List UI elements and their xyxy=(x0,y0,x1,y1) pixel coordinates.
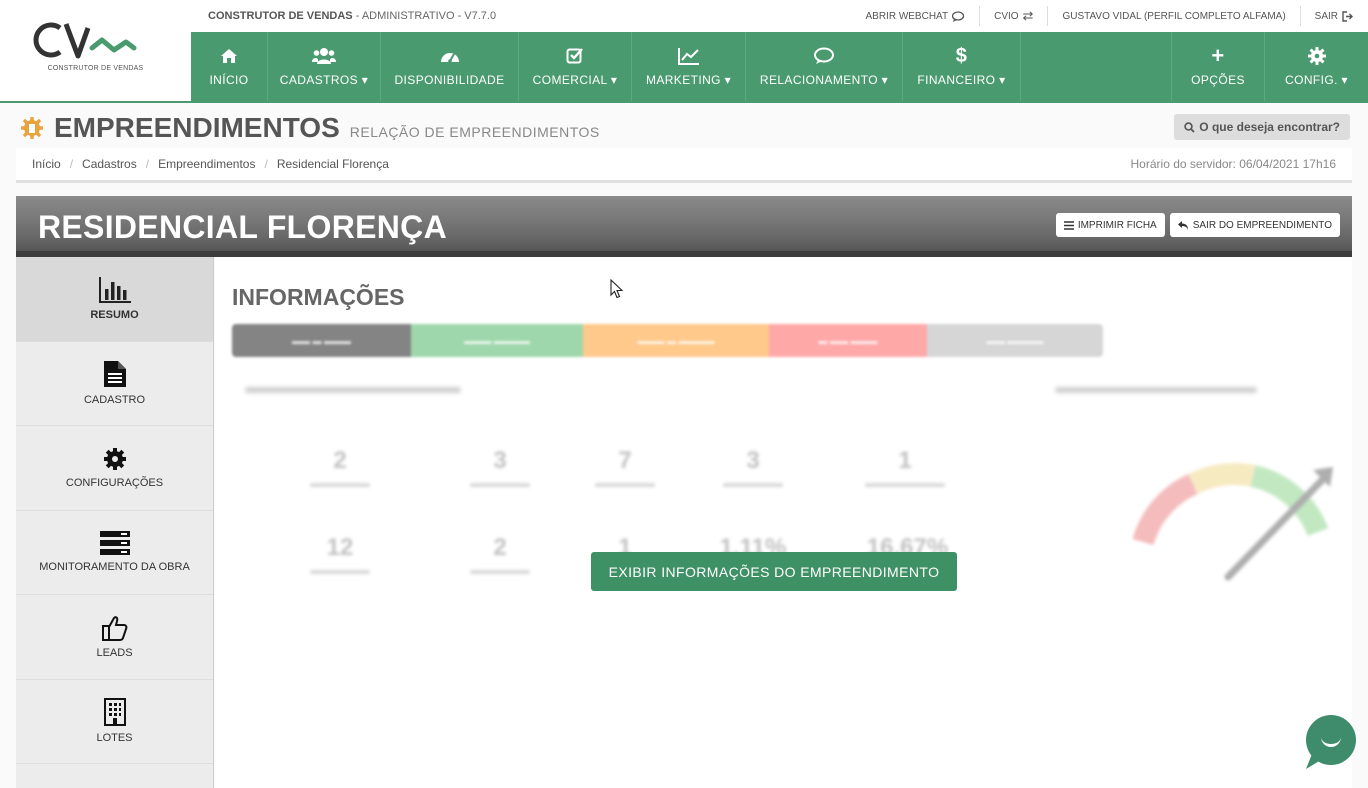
page-title: EMPREENDIMENTOS xyxy=(54,112,340,143)
server-icon xyxy=(99,531,130,556)
bar-chart-icon xyxy=(98,276,131,303)
stat-item: 3 xyxy=(470,447,530,487)
project-sidebar: RESUMO CADASTRO CONFIGURAÇÕES MONITORAME… xyxy=(16,257,214,788)
list-icon xyxy=(1063,220,1074,230)
stat-item: 3 xyxy=(723,447,783,487)
home-icon xyxy=(221,48,237,63)
show-project-info-button[interactable]: EXIBIR INFORMAÇÕES DO EMPREENDIMENTO xyxy=(591,552,957,591)
building-icon xyxy=(103,698,126,727)
stat-item: 2 xyxy=(310,447,370,487)
exit-project-button[interactable]: SAIR DO EMPREENDIMENTO xyxy=(1169,213,1340,237)
sidebar-item-leads[interactable]: LEADS xyxy=(16,595,213,680)
sidebar-item-monitoramento-obra[interactable]: MONITORAMENTO DA OBRA xyxy=(16,511,213,595)
sidebar-item-lotes[interactable]: LOTES xyxy=(16,680,213,764)
chat-icon xyxy=(952,10,965,22)
header-divider xyxy=(0,101,1368,103)
app-title: CONSTRUTOR DE VENDAS - ADMINISTRATIVO - … xyxy=(208,10,497,22)
breadcrumb-inicio[interactable]: Início xyxy=(32,157,61,171)
status-segment-4: ▬ ▬▬ ▬▬▬ xyxy=(769,324,927,357)
sign-out-icon xyxy=(1342,10,1353,22)
line-chart-icon xyxy=(677,47,699,65)
open-webchat-link[interactable]: ABRIR WEBCHAT xyxy=(851,6,979,26)
mouse-cursor-icon xyxy=(610,279,624,299)
gear-icon xyxy=(103,447,126,470)
gear-icon xyxy=(1307,46,1326,65)
nav-relacionamento[interactable]: RELACIONAMENTO ▾ xyxy=(746,32,903,101)
cvio-link[interactable]: CVIO ⇄ xyxy=(979,6,1047,26)
nav-cadastros[interactable]: CADASTROS ▾ xyxy=(268,32,381,101)
stat-item: 7 xyxy=(595,447,655,487)
sidebar-item-configuracoes[interactable]: CONFIGURAÇÕES xyxy=(16,426,213,511)
breadcrumb-current: Residencial Florença xyxy=(276,157,389,171)
blurred-label xyxy=(245,387,461,393)
smile-icon xyxy=(1321,737,1341,747)
document-icon xyxy=(103,361,126,388)
top-bar: CONSTRUTOR DE VENDAS - ADMINISTRATIVO - … xyxy=(191,0,1368,32)
status-segment-3: ▬▬▬ ▬ ▬▬▬▬ xyxy=(583,324,769,357)
building-gear-icon xyxy=(21,117,43,139)
page-heading: EMPREENDIMENTOS RELAÇÃO DE EMPREENDIMENT… xyxy=(20,112,600,144)
breadcrumb: Início / Cadastros / Empreendimentos / R… xyxy=(16,148,1352,183)
nav-right: + OPÇÕES CONFIG. ▾ xyxy=(1171,32,1368,101)
logout-link[interactable]: SAIR xyxy=(1299,6,1368,26)
users-icon xyxy=(312,47,336,64)
breadcrumb-separator: / xyxy=(145,157,150,171)
logo[interactable]: CONSTRUTOR DE VENDAS xyxy=(0,0,191,101)
status-segment-5: ▬▬ ▬▬▬▬ xyxy=(927,324,1103,357)
project-banner: RESIDENCIAL FLORENÇA IMPRIMIR FICHA SAIR… xyxy=(16,196,1352,257)
search-icon xyxy=(1184,121,1195,133)
nav-marketing[interactable]: MARKETING ▾ xyxy=(632,32,746,101)
status-segment-1: ▬▬ ▬ ▬▬▬ xyxy=(232,324,411,357)
performance-gauge-icon xyxy=(1133,463,1333,581)
stat-item: 12 xyxy=(310,534,370,574)
reply-icon xyxy=(1177,220,1188,230)
stat-item: 1 xyxy=(865,447,945,487)
breadcrumb-cadastros[interactable]: Cadastros xyxy=(82,157,137,171)
logo-subtitle: CONSTRUTOR DE VENDAS xyxy=(47,65,144,72)
comments-icon xyxy=(814,47,834,64)
page-subtitle: RELAÇÃO DE EMPREENDIMENTOS xyxy=(349,124,600,140)
breadcrumb-separator: / xyxy=(264,157,268,171)
breadcrumb-separator: / xyxy=(69,157,74,171)
dashboard-icon xyxy=(440,52,459,63)
thumbs-up-icon xyxy=(101,615,127,641)
blurred-label xyxy=(1055,387,1257,393)
nav-inicio[interactable]: INÍCIO xyxy=(191,32,268,101)
dollar-icon: $ xyxy=(955,44,968,67)
status-legend-bar: ▬▬ ▬ ▬▬▬ ▬▬▬ ▬▬▬▬ ▬▬▬ ▬ ▬▬▬▬ ▬ ▬▬ ▬▬▬ ▬▬… xyxy=(232,324,1103,357)
nav-disponibilidade[interactable]: DISPONIBILIDADE xyxy=(381,32,519,101)
cv-logo-icon xyxy=(33,22,137,59)
sidebar-item-cadastro[interactable]: CADASTRO xyxy=(16,342,213,426)
user-profile-link[interactable]: GUSTAVO VIDAL (PERFIL COMPLETO ALFAMA) xyxy=(1047,6,1299,26)
main-navbar: INÍCIO CADASTROS ▾ DISPONIBILIDADE COMER… xyxy=(191,32,1368,101)
project-name: RESIDENCIAL FLORENÇA xyxy=(38,209,447,245)
section-title: INFORMAÇÕES xyxy=(232,284,405,310)
check-square-icon xyxy=(566,47,583,63)
top-links: ABRIR WEBCHAT CVIO ⇄ GUSTAVO VIDAL (PERF… xyxy=(851,0,1368,32)
content-panel: INFORMAÇÕES ▬▬ ▬ ▬▬▬ ▬▬▬ ▬▬▬▬ ▬▬▬ ▬ ▬▬▬▬… xyxy=(215,257,1352,788)
nav-config[interactable]: CONFIG. ▾ xyxy=(1264,32,1368,101)
stat-item: 2 xyxy=(470,534,530,574)
nav-financeiro[interactable]: $ FINANCEIRO ▾ xyxy=(903,32,1021,101)
exchange-icon: ⇄ xyxy=(1022,8,1034,23)
search-button[interactable]: O que deseja encontrar? xyxy=(1174,114,1350,140)
banner-actions: IMPRIMIR FICHA SAIR DO EMPREENDIMENTO xyxy=(1055,213,1340,237)
plus-icon: + xyxy=(1211,42,1225,68)
nav-comercial[interactable]: COMERCIAL ▾ xyxy=(519,32,632,101)
sidebar-item-resumo[interactable]: RESUMO xyxy=(16,257,213,342)
status-segment-2: ▬▬▬ ▬▬▬▬ xyxy=(411,324,583,357)
print-sheet-button[interactable]: IMPRIMIR FICHA xyxy=(1055,213,1165,237)
nav-opcoes[interactable]: + OPÇÕES xyxy=(1171,32,1264,101)
breadcrumb-empreendimentos[interactable]: Empreendimentos xyxy=(158,157,255,171)
chat-widget-button[interactable] xyxy=(1306,715,1356,765)
server-time: Horário do servidor: 06/04/2021 17h16 xyxy=(1130,157,1336,171)
